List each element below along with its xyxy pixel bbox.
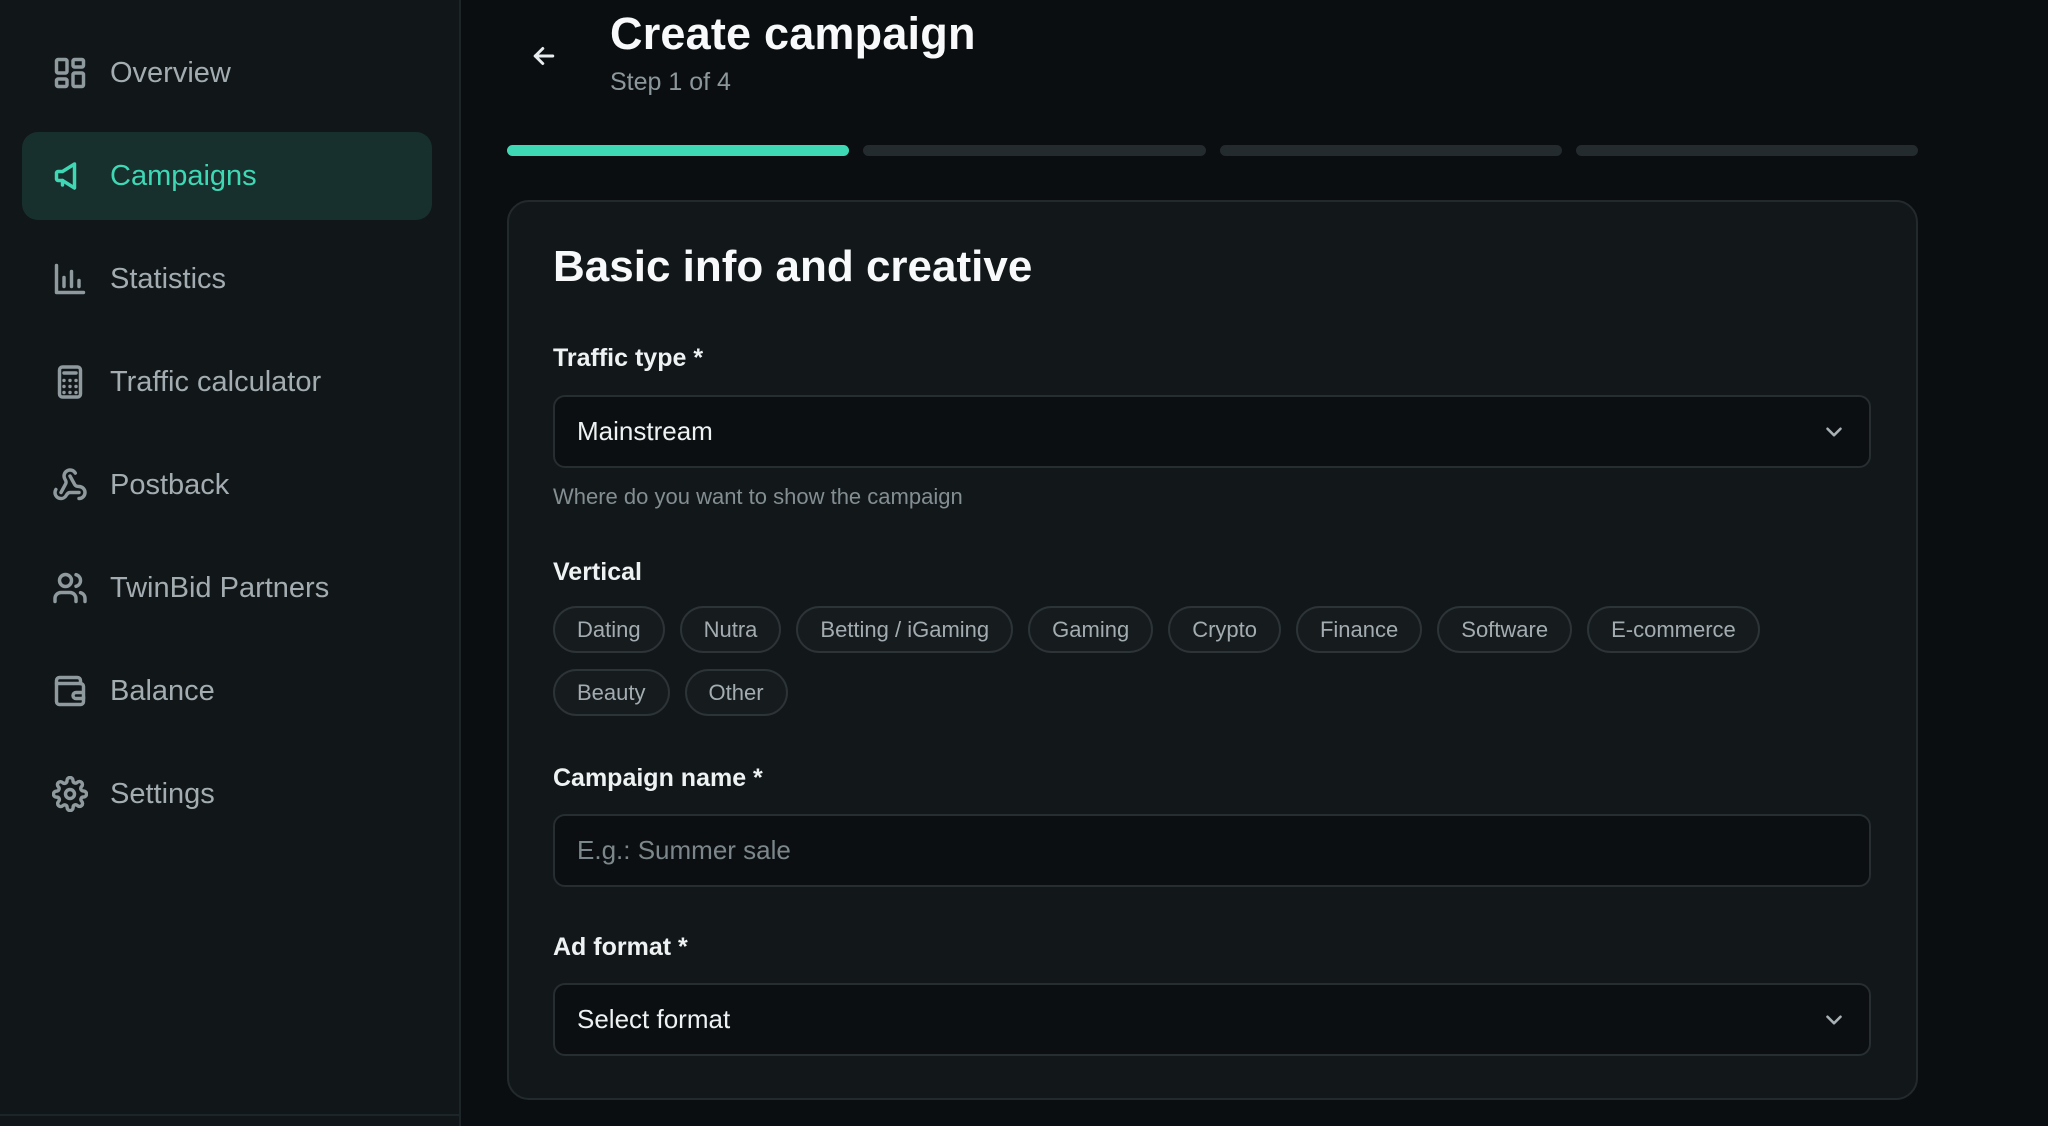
gear-icon bbox=[52, 776, 88, 812]
wallet-icon bbox=[52, 673, 88, 709]
sidebar-divider bbox=[0, 1114, 461, 1116]
progress-step-3 bbox=[1219, 145, 1562, 156]
megaphone-icon bbox=[52, 158, 88, 194]
traffic-type-help: Where do you want to show the campaign bbox=[553, 484, 963, 509]
chevron-down-icon bbox=[1821, 419, 1847, 445]
chevron-down-icon bbox=[1821, 1007, 1847, 1033]
traffic-type-value: Mainstream bbox=[577, 416, 713, 446]
traffic-type-label: Traffic type * bbox=[553, 344, 704, 372]
sidebar-item-traffic-calculator[interactable]: Traffic calculator bbox=[22, 338, 432, 426]
dashboard-icon bbox=[52, 55, 88, 91]
sidebar-item-statistics[interactable]: Statistics bbox=[22, 235, 432, 323]
sidebar-item-label: Traffic calculator bbox=[110, 365, 322, 398]
campaign-name-input[interactable] bbox=[577, 816, 1869, 885]
traffic-type-select[interactable]: Mainstream bbox=[553, 395, 1871, 468]
vertical-label: Vertical bbox=[553, 558, 642, 586]
sidebar-item-label: Campaigns bbox=[110, 159, 257, 192]
campaign-name-field bbox=[553, 814, 1871, 887]
progress-step-1 bbox=[507, 145, 850, 156]
sidebar-item-postback[interactable]: Postback bbox=[22, 441, 432, 529]
sidebar-item-twinbid-partners[interactable]: TwinBid Partners bbox=[22, 544, 432, 632]
page-title: Create campaign bbox=[610, 8, 976, 59]
back-button[interactable] bbox=[520, 32, 568, 80]
sidebar-item-campaigns[interactable]: Campaigns bbox=[22, 132, 432, 220]
section-title: Basic info and creative bbox=[553, 242, 1033, 291]
ad-format-value: Select format bbox=[577, 1004, 731, 1034]
vertical-chip-finance[interactable]: Finance bbox=[1295, 606, 1423, 653]
ad-format-select[interactable]: Select format bbox=[553, 983, 1871, 1056]
bar-chart-icon bbox=[52, 261, 88, 297]
calculator-icon bbox=[52, 364, 88, 400]
vertical-chip-beauty[interactable]: Beauty bbox=[553, 669, 670, 716]
progress-step-2 bbox=[863, 145, 1206, 156]
sidebar-item-label: Balance bbox=[110, 674, 215, 707]
progress-step-4 bbox=[1575, 145, 1918, 156]
app-root: Overview Campaigns Statistics Traffic ca… bbox=[0, 0, 2048, 1126]
vertical-chip-group: Dating Nutra Betting / iGaming Gaming Cr… bbox=[553, 606, 1883, 716]
campaign-name-label: Campaign name * bbox=[553, 764, 763, 792]
step-indicator: Step 1 of 4 bbox=[610, 68, 731, 96]
sidebar-item-balance[interactable]: Balance bbox=[22, 647, 432, 735]
sidebar-item-label: TwinBid Partners bbox=[110, 571, 330, 604]
vertical-chip-betting[interactable]: Betting / iGaming bbox=[796, 606, 1014, 653]
vertical-chip-dating[interactable]: Dating bbox=[553, 606, 665, 653]
form-card: Basic info and creative Traffic type * M… bbox=[507, 200, 1918, 1100]
arrow-left-icon bbox=[533, 47, 555, 65]
sidebar-item-label: Settings bbox=[110, 777, 215, 810]
users-icon bbox=[52, 570, 88, 606]
sidebar: Overview Campaigns Statistics Traffic ca… bbox=[0, 0, 461, 1126]
sidebar-item-overview[interactable]: Overview bbox=[22, 29, 432, 117]
vertical-chip-other[interactable]: Other bbox=[684, 669, 788, 716]
sidebar-item-settings[interactable]: Settings bbox=[22, 750, 432, 838]
vertical-chip-software[interactable]: Software bbox=[1437, 606, 1573, 653]
sidebar-item-label: Postback bbox=[110, 468, 230, 501]
sidebar-item-label: Statistics bbox=[110, 262, 227, 295]
ad-format-label: Ad format * bbox=[553, 933, 688, 961]
vertical-chip-nutra[interactable]: Nutra bbox=[679, 606, 782, 653]
webhook-icon bbox=[52, 467, 88, 503]
vertical-chip-ecommerce[interactable]: E-commerce bbox=[1587, 606, 1760, 653]
vertical-chip-gaming[interactable]: Gaming bbox=[1028, 606, 1154, 653]
vertical-chip-crypto[interactable]: Crypto bbox=[1168, 606, 1281, 653]
sidebar-item-label: Overview bbox=[110, 56, 231, 89]
step-progress-bar bbox=[507, 145, 1918, 156]
